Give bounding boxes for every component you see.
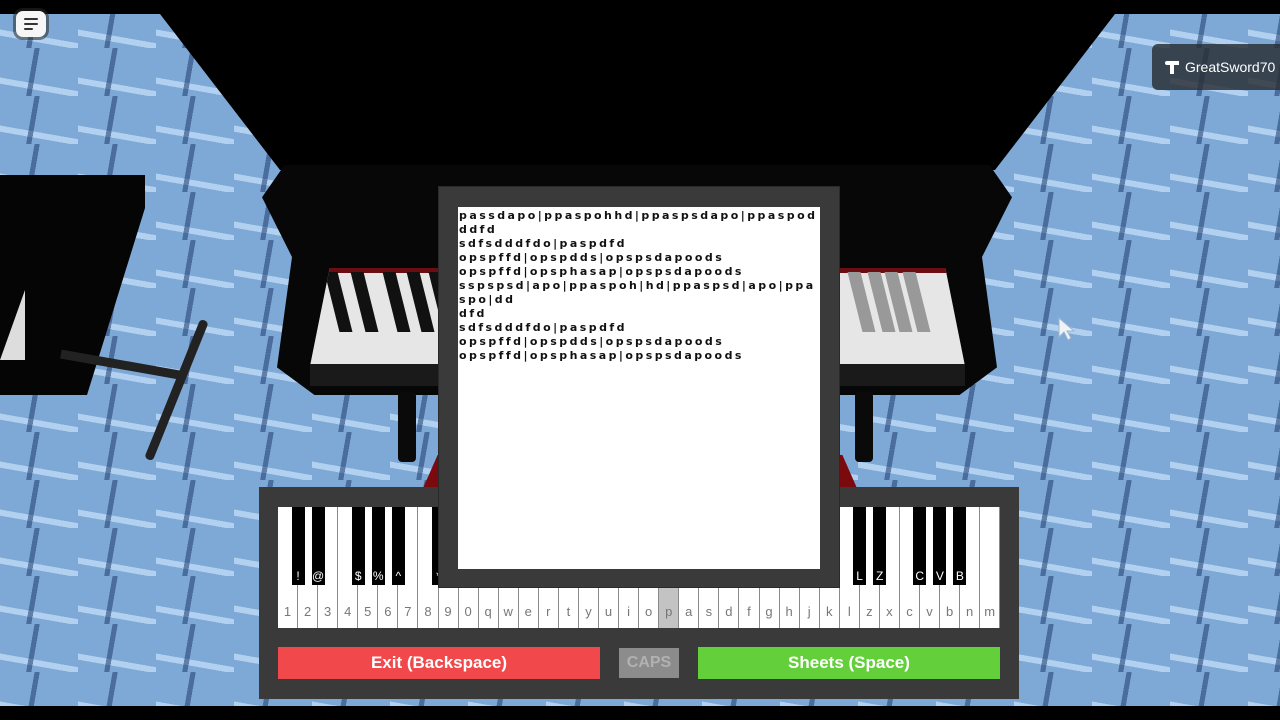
sheet-music-text[interactable]: passdapo|ppaspohhd|ppaspsdapo|ppaspodddf…	[458, 207, 820, 569]
letterbox-bar	[0, 706, 1280, 720]
piano-black-key-3d	[350, 272, 379, 332]
player-tag[interactable]: GreatSword70	[1152, 44, 1280, 90]
piano-leg	[398, 392, 416, 462]
sheet-line: passdapo|ppaspohhd|ppaspsdapo|ppaspodddf…	[459, 209, 818, 236]
chat-icon-line	[24, 23, 38, 25]
piano-key-m[interactable]: m	[980, 507, 1001, 628]
sheet-line: sspspsd|apo|ppaspoh|hd|ppaspsd|apo|ppasp…	[459, 279, 816, 306]
sheet-line: dfd	[459, 307, 487, 320]
piano-black-key[interactable]: Z	[873, 507, 887, 585]
username: GreatSword70	[1185, 59, 1276, 75]
sheet-line: sdfsdddfdo|paspdfd	[459, 321, 627, 334]
piano-leg	[855, 392, 873, 462]
chat-icon	[24, 18, 38, 20]
caps-toggle[interactable]: CAPS	[619, 648, 679, 678]
piano-black-key[interactable]: C	[913, 507, 927, 585]
piano-black-key[interactable]: $	[351, 507, 365, 585]
piano-black-key[interactable]: L	[853, 507, 867, 585]
chat-icon-line	[24, 28, 33, 30]
sheets-button[interactable]: Sheets (Space)	[698, 647, 1000, 679]
piano-black-key-3d	[382, 272, 411, 332]
piano-black-key[interactable]: V	[933, 507, 947, 585]
sheet-line: opspffd|opspdds|opspsdapoods	[459, 335, 725, 348]
piano-black-key[interactable]: @	[311, 507, 325, 585]
hammer-icon	[1164, 59, 1180, 75]
exit-button[interactable]: Exit (Backspace)	[278, 647, 600, 679]
piano-black-key[interactable]: B	[953, 507, 967, 585]
sheet-line: opspffd|opsphasap|opspsdapoods	[459, 265, 744, 278]
piano-black-key[interactable]: !	[291, 507, 305, 585]
mouse-cursor-icon	[1058, 317, 1076, 341]
sheet-line: opspffd|opspdds|opspsdapoods	[459, 251, 725, 264]
piano-black-key[interactable]: ^	[391, 507, 405, 585]
chat-button[interactable]	[16, 11, 46, 37]
sheet-music-panel: passdapo|ppaspohhd|ppaspsdapo|ppaspodddf…	[439, 187, 839, 587]
sheet-line: sdfsdddfdo|paspdfd	[459, 237, 627, 250]
hammer-handle	[1170, 63, 1174, 74]
piano-black-key[interactable]: %	[371, 507, 385, 585]
piano-black-key-3d	[324, 272, 353, 332]
sheet-line: opspffd|opsphasap|opspsdapoods	[459, 349, 744, 362]
